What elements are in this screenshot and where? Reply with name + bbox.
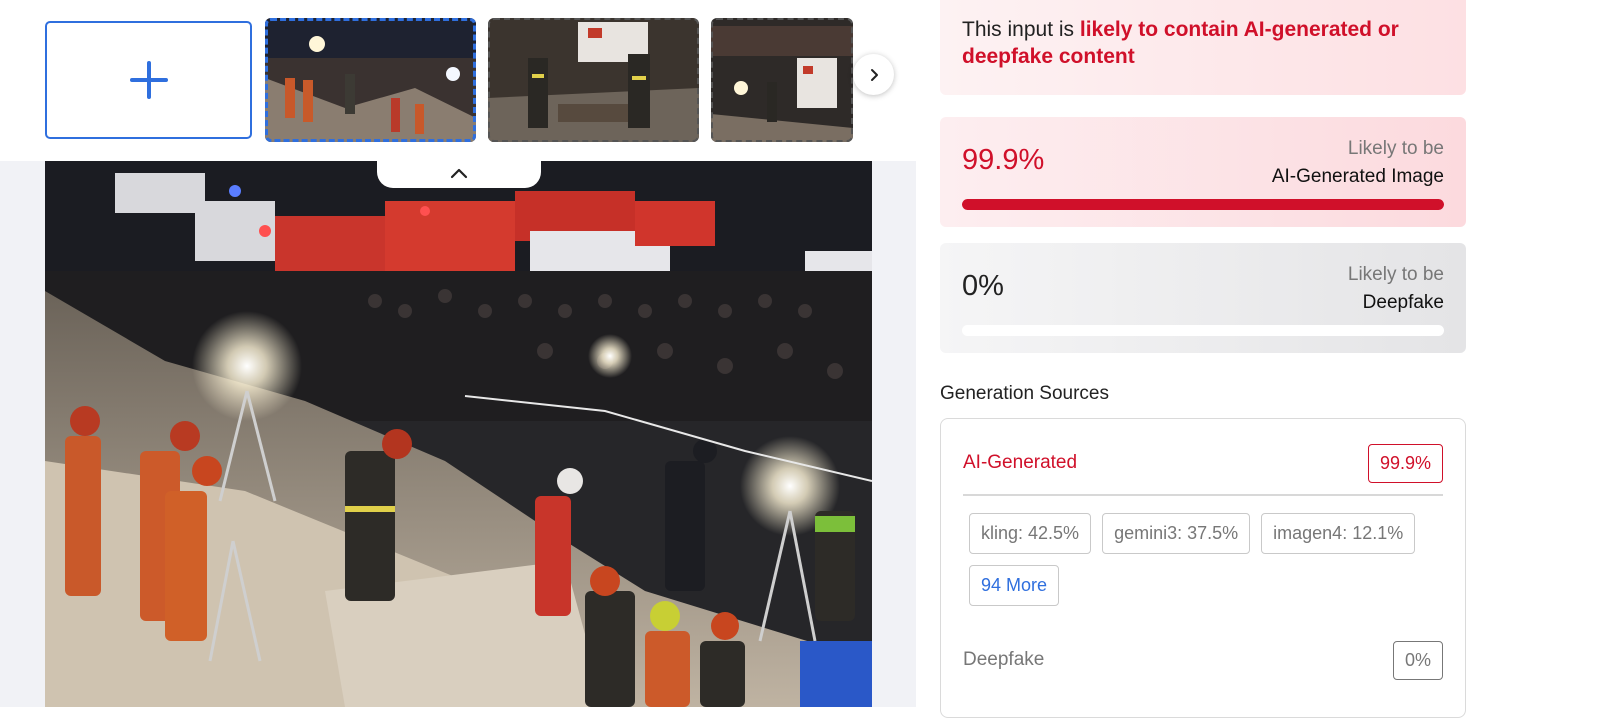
ai-generated-label: AI-Generated <box>963 452 1078 473</box>
ai-score-value: 99.9% <box>962 144 1045 176</box>
ai-generated-badge: 99.9% <box>1367 443 1443 483</box>
model-chips: kling: 42.5% gemini3: 37.5% imagen4: 12.… <box>969 513 1449 606</box>
chevron-right-icon <box>870 68 878 81</box>
verdict-banner: This input is likely to contain AI-gener… <box>940 0 1466 95</box>
verdict-prefix: This input is <box>962 18 1080 41</box>
thumbnail-2-image <box>488 18 699 142</box>
chevron-up-icon <box>450 168 468 179</box>
ai-score-caption: Likely to be AI-Generated Image <box>1272 135 1444 191</box>
deepfake-badge: 0% <box>1392 640 1443 680</box>
ai-caption-top: Likely to be <box>1347 138 1444 159</box>
deepfake-score-bar <box>962 325 1444 336</box>
analysis-panel: This input is likely to contain AI-gener… <box>916 0 1600 718</box>
generation-sources-card: AI-Generated 99.9% kling: 42.5% gemini3:… <box>940 418 1466 718</box>
image-viewer-panel <box>0 0 916 707</box>
ai-score-bar <box>962 199 1444 210</box>
collapse-thumbnails-button[interactable] <box>377 158 541 188</box>
analyzed-image <box>45 161 872 707</box>
next-thumbnail-button[interactable] <box>853 54 894 95</box>
deepfake-score-caption: Likely to be Deepfake <box>1348 261 1444 317</box>
thumbnail-2[interactable] <box>488 18 699 142</box>
ai-caption-bottom: AI-Generated Image <box>1271 166 1444 187</box>
rescue-scene-image <box>45 161 872 707</box>
model-chip-imagen4[interactable]: imagen4: 12.1% <box>1261 513 1416 554</box>
ai-score-bar-fill <box>962 199 1444 210</box>
generation-sources-title: Generation Sources <box>940 383 1109 404</box>
ai-generated-source-row: AI-Generated 99.9% <box>963 443 1443 483</box>
deepfake-score-value: 0% <box>962 270 1004 302</box>
deepfake-label: Deepfake <box>963 649 1045 670</box>
thumbnail-3-image <box>711 18 853 142</box>
plus-icon <box>129 61 168 99</box>
thumbnail-3[interactable] <box>711 18 853 142</box>
deepfake-caption-bottom: Deepfake <box>1362 292 1444 313</box>
more-models-button[interactable]: 94 More <box>969 565 1060 606</box>
thumbnail-1[interactable] <box>265 18 476 142</box>
deepfake-source-row: Deepfake 0% <box>963 640 1443 680</box>
deepfake-score-card: 0% Likely to be Deepfake <box>940 243 1466 353</box>
deepfake-caption-top: Likely to be <box>1347 264 1444 285</box>
model-chip-kling[interactable]: kling: 42.5% <box>969 513 1092 554</box>
verdict-text: This input is likely to contain AI-gener… <box>962 16 1444 70</box>
ai-generated-score-card: 99.9% Likely to be AI-Generated Image <box>940 117 1466 227</box>
model-chip-gemini3[interactable]: gemini3: 37.5% <box>1102 513 1251 554</box>
sources-divider <box>963 494 1443 496</box>
thumbnail-1-image <box>265 18 476 142</box>
add-image-button[interactable] <box>45 21 252 139</box>
thumbnail-strip <box>0 0 916 161</box>
